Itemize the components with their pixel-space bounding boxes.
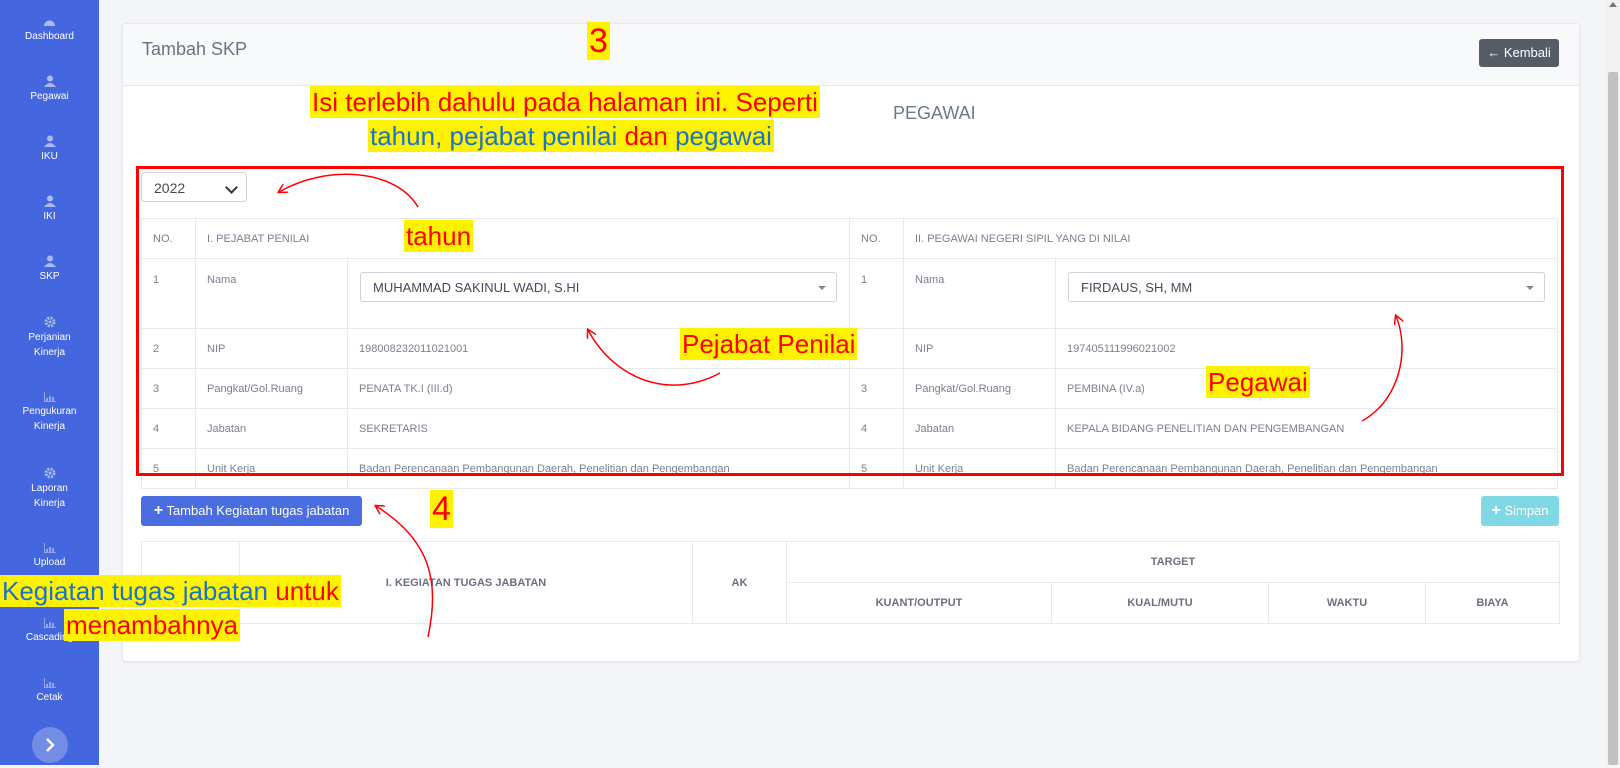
annotation-arrow-tahun (279, 173, 419, 208)
annotation-arrow-pejabat (588, 330, 721, 386)
annotation-arrow-kegiatan (376, 506, 434, 638)
annotation-arrow-pegawai (1361, 316, 1402, 422)
annotation-arrows (0, 173, 1620, 638)
